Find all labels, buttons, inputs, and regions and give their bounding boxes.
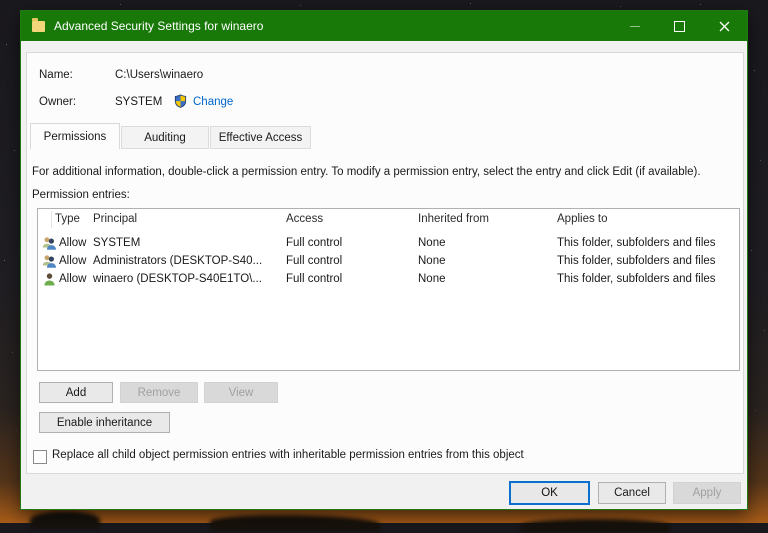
minimize-icon — [629, 25, 640, 27]
cancel-button[interactable]: Cancel — [598, 482, 666, 504]
header-separator — [51, 211, 52, 228]
cell-applies-to: This folder, subfolders and files — [557, 255, 716, 267]
cell-applies-to: This folder, subfolders and files — [557, 237, 716, 249]
column-header-access[interactable]: Access — [286, 213, 323, 225]
cell-type: Allow — [59, 273, 87, 285]
cell-type: Allow — [59, 255, 87, 267]
table-row[interactable]: Allow SYSTEM Full control None This fold… — [38, 235, 739, 253]
cell-access: Full control — [286, 255, 343, 267]
cell-inherited-from: None — [418, 255, 446, 267]
maximize-button[interactable] — [657, 11, 702, 41]
column-header-type[interactable]: Type — [55, 213, 80, 225]
name-value: C:\Users\winaero — [115, 69, 204, 81]
cell-inherited-from: None — [418, 237, 446, 249]
column-header-inherited-from[interactable]: Inherited from — [418, 213, 489, 225]
replace-child-permissions-label: Replace all child object permission entr… — [52, 449, 524, 461]
users-icon — [42, 255, 56, 268]
tree-silhouette — [520, 519, 670, 533]
permission-entries-table[interactable]: Type Principal Access Inherited from App… — [37, 208, 740, 371]
column-header-principal[interactable]: Principal — [93, 213, 137, 225]
cell-access: Full control — [286, 273, 343, 285]
cell-type: Allow — [59, 237, 87, 249]
remove-button[interactable]: Remove — [120, 382, 198, 403]
tab-permissions[interactable]: Permissions — [30, 123, 120, 149]
cell-inherited-from: None — [418, 273, 446, 285]
cell-principal: winaero (DESKTOP-S40E1TO\... — [93, 273, 262, 285]
close-icon — [719, 21, 730, 31]
replace-child-permissions-checkbox[interactable] — [33, 450, 47, 464]
permission-entries-label: Permission entries: — [32, 189, 130, 201]
cell-access: Full control — [286, 237, 343, 249]
advanced-security-settings-dialog: Advanced Security Settings for winaero N… — [20, 10, 748, 510]
users-icon — [42, 237, 56, 250]
close-button[interactable] — [702, 11, 747, 41]
change-owner-link[interactable]: Change — [193, 96, 233, 108]
uac-shield-icon — [174, 94, 187, 108]
tree-silhouette — [210, 515, 380, 531]
table-row[interactable]: Allow Administrators (DESKTOP-S40... Ful… — [38, 253, 739, 271]
name-label: Name: — [39, 69, 73, 81]
content-panel: Name: C:\Users\winaero Owner: SYSTEM Cha… — [26, 52, 744, 474]
ok-button[interactable]: OK — [509, 481, 590, 505]
tab-effective-access[interactable]: Effective Access — [210, 126, 311, 149]
tab-auditing[interactable]: Auditing — [121, 126, 209, 149]
maximize-icon — [674, 20, 685, 32]
owner-label: Owner: — [39, 96, 77, 108]
enable-inheritance-button[interactable]: Enable inheritance — [39, 412, 170, 433]
folder-icon — [32, 17, 45, 32]
view-button[interactable]: View — [204, 382, 278, 403]
table-row[interactable]: Allow winaero (DESKTOP-S40E1TO\... Full … — [38, 271, 739, 289]
column-header-applies-to[interactable]: Applies to — [557, 213, 608, 225]
apply-button[interactable]: Apply — [673, 482, 741, 504]
window-title: Advanced Security Settings for winaero — [54, 19, 264, 33]
cell-principal: Administrators (DESKTOP-S40... — [93, 255, 263, 267]
cell-applies-to: This folder, subfolders and files — [557, 273, 716, 285]
description-text: For additional information, double-click… — [32, 166, 701, 178]
starfield-background — [0, 0, 1, 1]
user-icon — [44, 273, 55, 286]
cell-principal: SYSTEM — [93, 237, 141, 249]
minimize-button[interactable] — [612, 11, 657, 41]
add-button[interactable]: Add — [39, 382, 113, 403]
tree-silhouette — [30, 511, 100, 529]
owner-value: SYSTEM — [115, 96, 163, 108]
